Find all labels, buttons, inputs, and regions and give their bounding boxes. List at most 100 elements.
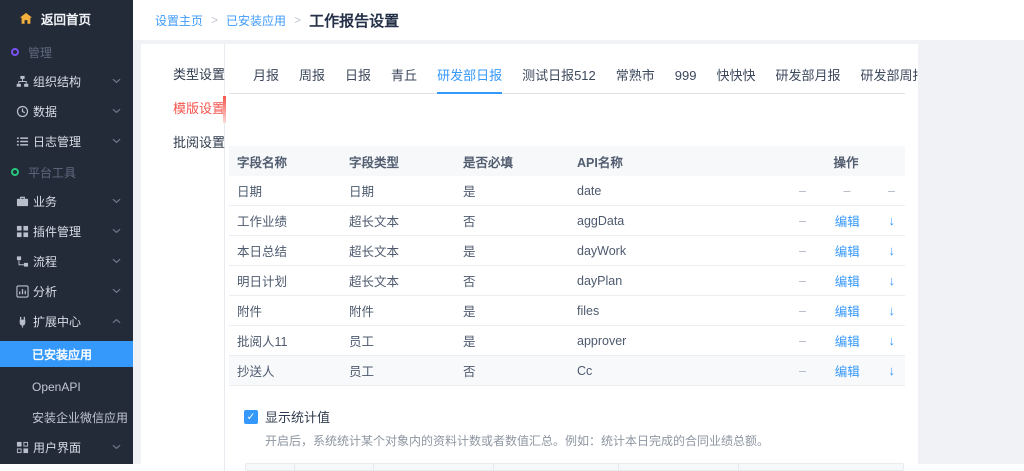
page-title: 工作报告设置 <box>309 10 399 31</box>
edit-button[interactable]: 编辑 <box>835 211 860 230</box>
cell-actions: – 编辑 ↓ <box>787 211 905 230</box>
col-header-required: 是否必填 <box>463 152 577 171</box>
menu-item-template-settings[interactable]: 模版设置 <box>141 92 224 126</box>
sidebar-subitem-installed-apps[interactable]: 已安装应用 <box>0 341 133 367</box>
business-briefcase-icon <box>15 194 29 208</box>
cell-field-name: 抄送人 <box>229 361 349 380</box>
breadcrumb-link-installed-apps[interactable]: 已安装应用 <box>226 12 286 29</box>
table-row: 本日总结 超长文本 是 dayWork – 编辑 ↓ <box>229 236 905 266</box>
move-down-icon[interactable]: ↓ <box>889 213 896 228</box>
action-dash: – <box>844 184 851 198</box>
edit-button[interactable]: 编辑 <box>835 241 860 260</box>
show-statistics-label: 显示统计值 <box>265 407 330 426</box>
col-header-api-name: API名称 <box>577 152 787 171</box>
topbar: 设置主页 > 已安装应用 > 工作报告设置 <box>133 0 1024 40</box>
template-settings-panel: 月报 周报 日报 青丘 研发部日报 测试日报512 常熟市 999 快快快 研发… <box>225 44 918 471</box>
breadcrumb: 设置主页 > 已安装应用 > 工作报告设置 <box>155 10 399 31</box>
sidebar-item-label: 业务 <box>33 193 57 210</box>
sidebar-item-log-management[interactable]: 日志管理 <box>0 126 133 156</box>
org-structure-icon <box>15 74 29 88</box>
tab-999[interactable]: 999 <box>675 60 697 94</box>
move-down-icon[interactable]: ↓ <box>889 333 896 348</box>
tab-rnd-monthly-report[interactable]: 研发部月报 <box>776 60 841 94</box>
cell-api-name: dayWork <box>577 244 787 258</box>
chevron-down-icon <box>112 228 121 234</box>
move-down-icon[interactable]: ↓ <box>889 243 896 258</box>
cell-required: 否 <box>463 211 577 230</box>
sidebar-item-label: 数据 <box>33 103 57 120</box>
fields-table: 字段名称 字段类型 是否必填 API名称 操作 日期 日期 是 date – –… <box>229 146 905 386</box>
tab-rnd-daily-report[interactable]: 研发部日报 <box>437 60 502 94</box>
tab-qingqiu[interactable]: 青丘 <box>391 60 417 94</box>
tab-kuaikuaikuai[interactable]: 快快快 <box>717 60 756 94</box>
sidebar-item-process[interactable]: 流程 <box>0 246 133 276</box>
cell-api-name: Cc <box>577 364 787 378</box>
sidebar-item-analysis[interactable]: 分析 <box>0 276 133 306</box>
sidebar-item-label: 分析 <box>33 283 57 300</box>
breadcrumb-link-settings-home[interactable]: 设置主页 <box>155 12 203 29</box>
tab-test-daily-512[interactable]: 测试日报512 <box>522 60 596 94</box>
tab-daily-report[interactable]: 日报 <box>345 60 371 94</box>
show-statistics-checkbox[interactable]: ✓ <box>244 410 258 424</box>
data-clock-icon <box>15 104 29 118</box>
chevron-down-icon <box>112 198 121 204</box>
sidebar-item-home[interactable]: 返回首页 <box>0 0 133 36</box>
flow-icon <box>15 254 29 268</box>
sidebar-item-business[interactable]: 业务 <box>0 186 133 216</box>
sidebar-item-extension-center[interactable]: 扩展中心 <box>0 306 133 336</box>
edit-button[interactable]: 编辑 <box>835 301 860 320</box>
cell-field-type: 附件 <box>349 301 463 320</box>
sidebar-item-org-structure[interactable]: 组织结构 <box>0 66 133 96</box>
cell-api-name: files <box>577 304 787 318</box>
cell-actions: – 编辑 ↓ <box>787 331 905 350</box>
move-down-icon[interactable]: ↓ <box>889 273 896 288</box>
sidebar-subitem-openapi[interactable]: OpenAPI <box>0 372 133 402</box>
sidebar-group-platform-tools: 平台工具 <box>0 158 133 186</box>
table-row: 附件 附件 是 files – 编辑 ↓ <box>229 296 905 326</box>
move-down-icon[interactable]: ↓ <box>889 363 896 378</box>
settings-card: 类型设置 模版设置 批阅设置 月报 周报 日报 青丘 研发部日报 测试日报512… <box>141 44 918 471</box>
sidebar-item-label: 日志管理 <box>33 133 81 150</box>
edit-button[interactable]: 编辑 <box>835 331 860 350</box>
cell-required: 是 <box>463 241 577 260</box>
sidebar-item-label: 流程 <box>33 253 57 270</box>
sidebar-subitem-label: 已安装应用 <box>32 346 92 363</box>
cell-actions: – 编辑 ↓ <box>787 361 905 380</box>
tab-changshu[interactable]: 常熟市 <box>616 60 655 94</box>
sidebar-item-data[interactable]: 数据 <box>0 96 133 126</box>
cell-field-type: 员工 <box>349 331 463 350</box>
action-dash: – <box>888 184 895 198</box>
sidebar-item-label: 扩展中心 <box>33 313 81 330</box>
settings-side-menu: 类型设置 模版设置 批阅设置 <box>141 44 225 471</box>
home-icon <box>19 11 33 25</box>
cell-required: 否 <box>463 271 577 290</box>
tab-monthly-report[interactable]: 月报 <box>253 60 279 94</box>
ring-green-icon <box>11 168 19 176</box>
cell-required: 否 <box>463 361 577 380</box>
cell-field-name: 本日总结 <box>229 241 349 260</box>
chevron-down-icon <box>112 288 121 294</box>
cell-field-type: 超长文本 <box>349 271 463 290</box>
cell-field-type: 员工 <box>349 361 463 380</box>
cell-actions: – 编辑 ↓ <box>787 301 905 320</box>
tab-weekly-report[interactable]: 周报 <box>299 60 325 94</box>
sidebar-item-user-interface[interactable]: 用户界面 <box>0 432 133 462</box>
sidebar-item-label: 用户界面 <box>33 439 81 456</box>
cell-actions: – – – <box>787 184 905 198</box>
tab-rnd-weekly-report[interactable]: 研发部周报 <box>861 60 918 94</box>
sidebar: 返回首页 管理 组织结构 数据 日志管理 <box>0 0 133 464</box>
breadcrumb-separator: > <box>294 13 301 27</box>
menu-item-type-settings[interactable]: 类型设置 <box>141 58 224 92</box>
statistics-section: ✓ 显示统计值 开启后，系统统计某个对象内的资料计数或者数值汇总。例如：统计本日… <box>229 407 905 449</box>
table-row: 抄送人 员工 否 Cc – 编辑 ↓ <box>229 356 905 386</box>
edit-button[interactable]: 编辑 <box>835 361 860 380</box>
extension-plug-icon <box>15 314 29 328</box>
menu-item-review-settings[interactable]: 批阅设置 <box>141 126 224 160</box>
cell-required: 是 <box>463 181 577 200</box>
move-down-icon[interactable]: ↓ <box>889 303 896 318</box>
col-header-field-type: 字段类型 <box>349 152 463 171</box>
edit-button[interactable]: 编辑 <box>835 271 860 290</box>
sidebar-subitem-install-wecom-app[interactable]: 安装企业微信应用 <box>0 402 133 432</box>
cell-required: 是 <box>463 331 577 350</box>
sidebar-item-plugin-management[interactable]: 插件管理 <box>0 216 133 246</box>
